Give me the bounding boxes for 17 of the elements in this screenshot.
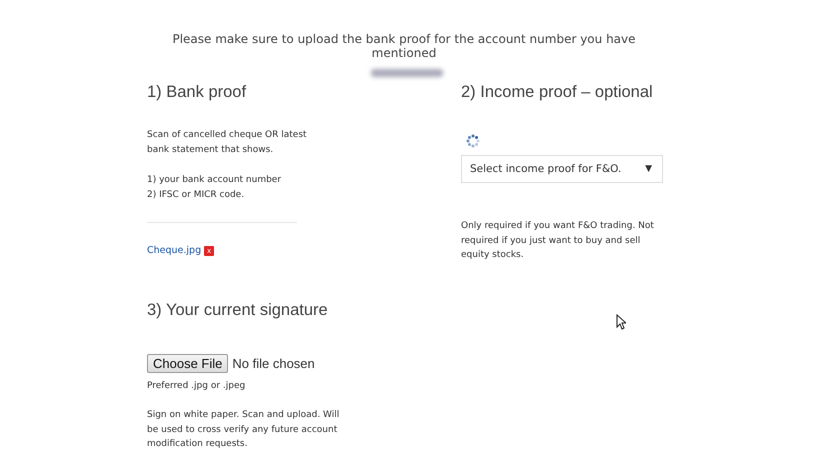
file-link[interactable]: Cheque.jpg xyxy=(147,245,202,256)
description-text: Scan of cancelled cheque OR latest bank statement that shows. xyxy=(147,129,308,156)
notice-text: Please make sure to upload the bank proof for the account number you have mentioned xyxy=(171,32,637,60)
requirement-text: 1) your bank account number xyxy=(147,174,282,187)
section-heading: 2) Income proof – optional xyxy=(461,83,654,102)
description-text: Sign on white paper. Scan and upload. Will be used to cross verify any future account modification requests. xyxy=(147,409,340,451)
file-status: No file chosen xyxy=(232,356,315,370)
income-proof-select[interactable]: Select income proof for F&O. ▼ xyxy=(461,155,663,183)
section-heading: 3) Your current signature xyxy=(147,300,329,320)
spinner-icon xyxy=(466,134,480,148)
section-heading: 1) Bank proof xyxy=(147,83,248,102)
blurred-number xyxy=(371,69,443,77)
note-text: Only required if you want F&O trading. Not required if you just want to buy and sell equity stocks. xyxy=(461,220,655,262)
requirement-text: 2) IFSC or MICR code. xyxy=(147,188,246,202)
hint-text: Preferred .jpg or .jpeg xyxy=(147,380,246,392)
choose-file-button[interactable]: Choose File xyxy=(147,354,228,372)
cursor-icon xyxy=(616,314,626,330)
